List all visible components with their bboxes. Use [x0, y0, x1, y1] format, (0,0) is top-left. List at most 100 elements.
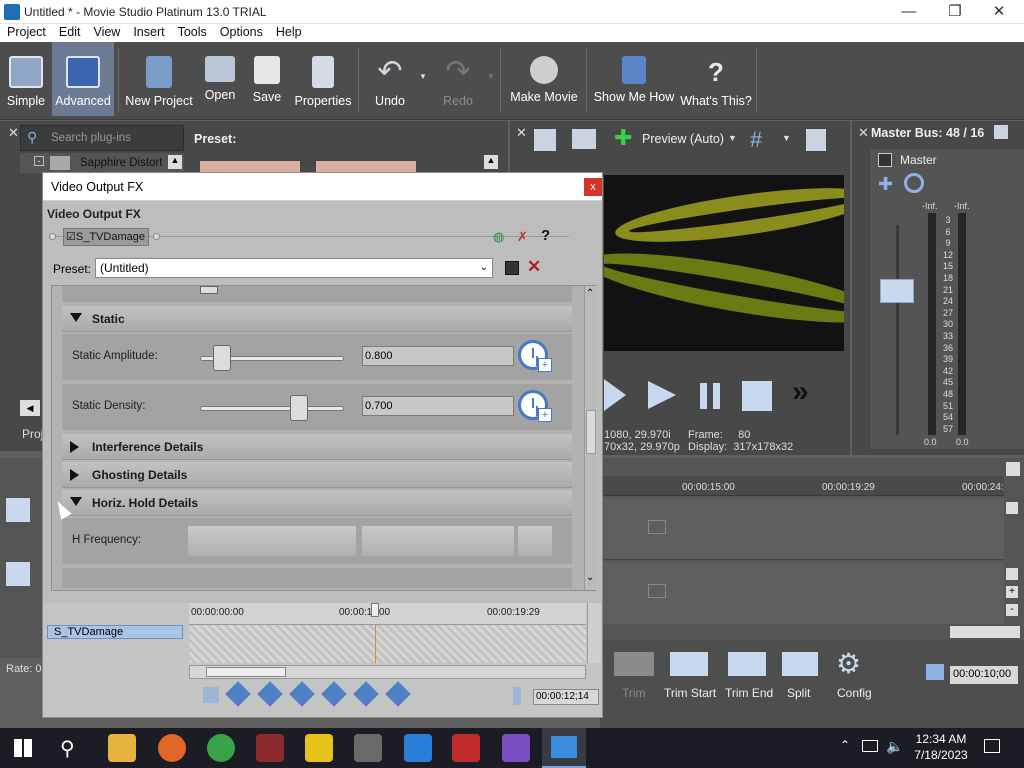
open-button[interactable]: Open [198, 42, 242, 116]
fx-keyframe-lane[interactable] [189, 625, 586, 663]
chevron-up-icon[interactable]: ⌃ [840, 738, 850, 752]
menu-tools[interactable]: Tools [171, 24, 213, 39]
minimize-button[interactable]: — [886, 2, 932, 22]
marker-icon[interactable] [1006, 462, 1020, 476]
insert-fx-icon[interactable]: ✚ [878, 175, 893, 193]
add-plugin-chain-icon[interactable]: ◍ [493, 229, 504, 245]
scroll-up-icon[interactable] [1006, 502, 1018, 514]
visual-studio-icon[interactable] [502, 734, 530, 762]
notifications-icon[interactable] [984, 739, 1000, 753]
timecode-display[interactable]: 00:00:10;00 [950, 666, 1018, 684]
volume-muted-icon[interactable]: 🔈 [886, 738, 903, 755]
undo-dropdown-icon[interactable]: ▼ [419, 72, 427, 81]
delete-keyframe-icon[interactable] [385, 681, 411, 707]
static-density-value[interactable]: 0.700 [362, 396, 514, 416]
scrollbar-thumb[interactable] [586, 410, 596, 454]
fx-timeline-vscroll[interactable] [587, 603, 601, 663]
chrome-icon[interactable] [207, 734, 235, 762]
whats-this-button[interactable]: ? What's This? [680, 42, 752, 116]
winrar-icon[interactable] [256, 734, 284, 762]
static-amplitude-slider-thumb[interactable] [213, 345, 231, 371]
menu-help[interactable]: Help [269, 24, 308, 39]
first-keyframe-icon[interactable] [225, 681, 251, 707]
prev-keyframe-icon[interactable] [257, 681, 283, 707]
horizontal-zoom-controls[interactable] [950, 626, 1020, 638]
keyframe-plus-icon[interactable]: + [538, 358, 552, 372]
h-frequency-keyframe[interactable] [518, 526, 552, 556]
track-header-icon[interactable] [6, 562, 30, 586]
parameters-scroll-area[interactable]: Static Static Amplitude: 0.800 + Static … [51, 285, 596, 591]
redo-button[interactable]: ↷ Redo [430, 42, 486, 116]
menu-insert[interactable]: Insert [126, 24, 170, 39]
scroll-up-icon[interactable]: ▲ [484, 155, 498, 169]
fx-timeline-hscroll[interactable] [189, 665, 586, 679]
advanced-button[interactable]: Advanced [52, 42, 114, 116]
last-keyframe-icon[interactable] [321, 681, 347, 707]
pause-icon[interactable] [700, 383, 720, 409]
film-app-icon[interactable] [354, 734, 382, 762]
next-frame-icon[interactable]: » [792, 377, 809, 407]
firefox-icon[interactable] [158, 734, 186, 762]
clock-date[interactable]: 7/18/2023 [912, 748, 970, 762]
save-button[interactable]: Save [246, 42, 288, 116]
search-icon[interactable]: ⚲ [60, 736, 75, 761]
maximize-button[interactable]: ❐ [932, 2, 978, 22]
split-screen-icon[interactable]: ✚ [614, 127, 632, 149]
plugin-tree-item[interactable]: - Sapphire Distort [20, 153, 184, 173]
file-explorer-icon[interactable] [108, 734, 136, 762]
properties-button[interactable]: Properties [292, 42, 354, 116]
master-fx-icon[interactable] [878, 153, 892, 167]
menu-project[interactable]: Project [0, 24, 52, 39]
zoom-in-icon[interactable]: + [1006, 586, 1018, 598]
preview-quality-select[interactable]: Preview (Auto) [642, 132, 724, 146]
panel-close-icon[interactable]: ✕ [516, 125, 527, 141]
static-amplitude-value[interactable]: 0.800 [362, 346, 514, 366]
keyframe-plus-icon[interactable]: + [538, 408, 552, 422]
fx-enable-checkbox[interactable]: ☑ [66, 231, 76, 243]
remove-plugin-icon[interactable]: ✗ [517, 229, 528, 245]
mixer-properties-icon[interactable] [994, 125, 1008, 139]
windows-start-icon[interactable] [14, 739, 32, 757]
network-icon[interactable] [862, 740, 878, 752]
slider-thumb[interactable] [200, 286, 218, 294]
zoom-out-icon[interactable]: - [1006, 604, 1018, 616]
fx-tab-s-tvdamage[interactable]: ☑S_TVDamage [63, 228, 149, 246]
trim-icon[interactable] [614, 652, 654, 676]
static-density-slider-thumb[interactable] [290, 395, 308, 421]
scroll-left-icon[interactable]: ◀ [20, 400, 40, 416]
h-frequency-slider[interactable] [188, 526, 356, 556]
sync-cursor-icon[interactable] [203, 687, 219, 703]
scroll-down-icon[interactable] [1006, 568, 1018, 580]
stop-icon[interactable] [742, 381, 772, 411]
section-static[interactable]: Static [62, 306, 572, 332]
copy-snapshot-icon[interactable] [806, 129, 826, 151]
track-header-icon[interactable] [6, 498, 30, 522]
grid-overlay-icon[interactable]: # [750, 129, 762, 151]
movie-maker-icon[interactable] [404, 734, 432, 762]
project-media-tab[interactable]: Proj [22, 427, 43, 441]
simple-button[interactable]: Simple [0, 42, 52, 116]
delete-preset-icon[interactable]: ✕ [527, 257, 541, 277]
dev-cpp-icon[interactable] [452, 734, 480, 762]
menu-options[interactable]: Options [213, 24, 269, 39]
add-keyframe-icon[interactable] [353, 681, 379, 707]
loop-icon[interactable] [926, 664, 944, 680]
video-fx-icon[interactable] [534, 129, 556, 151]
mute-icon[interactable] [904, 173, 924, 193]
fx-track-label[interactable]: S_TVDamage [47, 625, 183, 639]
undo-button[interactable]: ↶ Undo [362, 42, 418, 116]
make-movie-button[interactable]: Make Movie [506, 42, 582, 116]
yellow-app-icon[interactable] [305, 734, 333, 762]
scroll-down-icon[interactable]: ⌄ [586, 572, 594, 583]
chevron-down-icon[interactable]: ▼ [782, 133, 791, 143]
playhead-marker[interactable] [371, 603, 379, 617]
clock-time[interactable]: 12:34 AM [914, 732, 968, 746]
panel-close-icon[interactable]: ✕ [858, 125, 869, 141]
cursor-timecode[interactable]: 00:00:12;14 [533, 689, 599, 705]
chevron-down-icon[interactable]: ▼ [728, 133, 737, 143]
menu-view[interactable]: View [86, 24, 126, 39]
new-project-button[interactable]: New Project [122, 42, 196, 116]
help-icon[interactable]: ? [541, 227, 550, 244]
next-keyframe-icon[interactable] [289, 681, 315, 707]
scroll-up-icon[interactable]: ▲ [168, 155, 182, 169]
